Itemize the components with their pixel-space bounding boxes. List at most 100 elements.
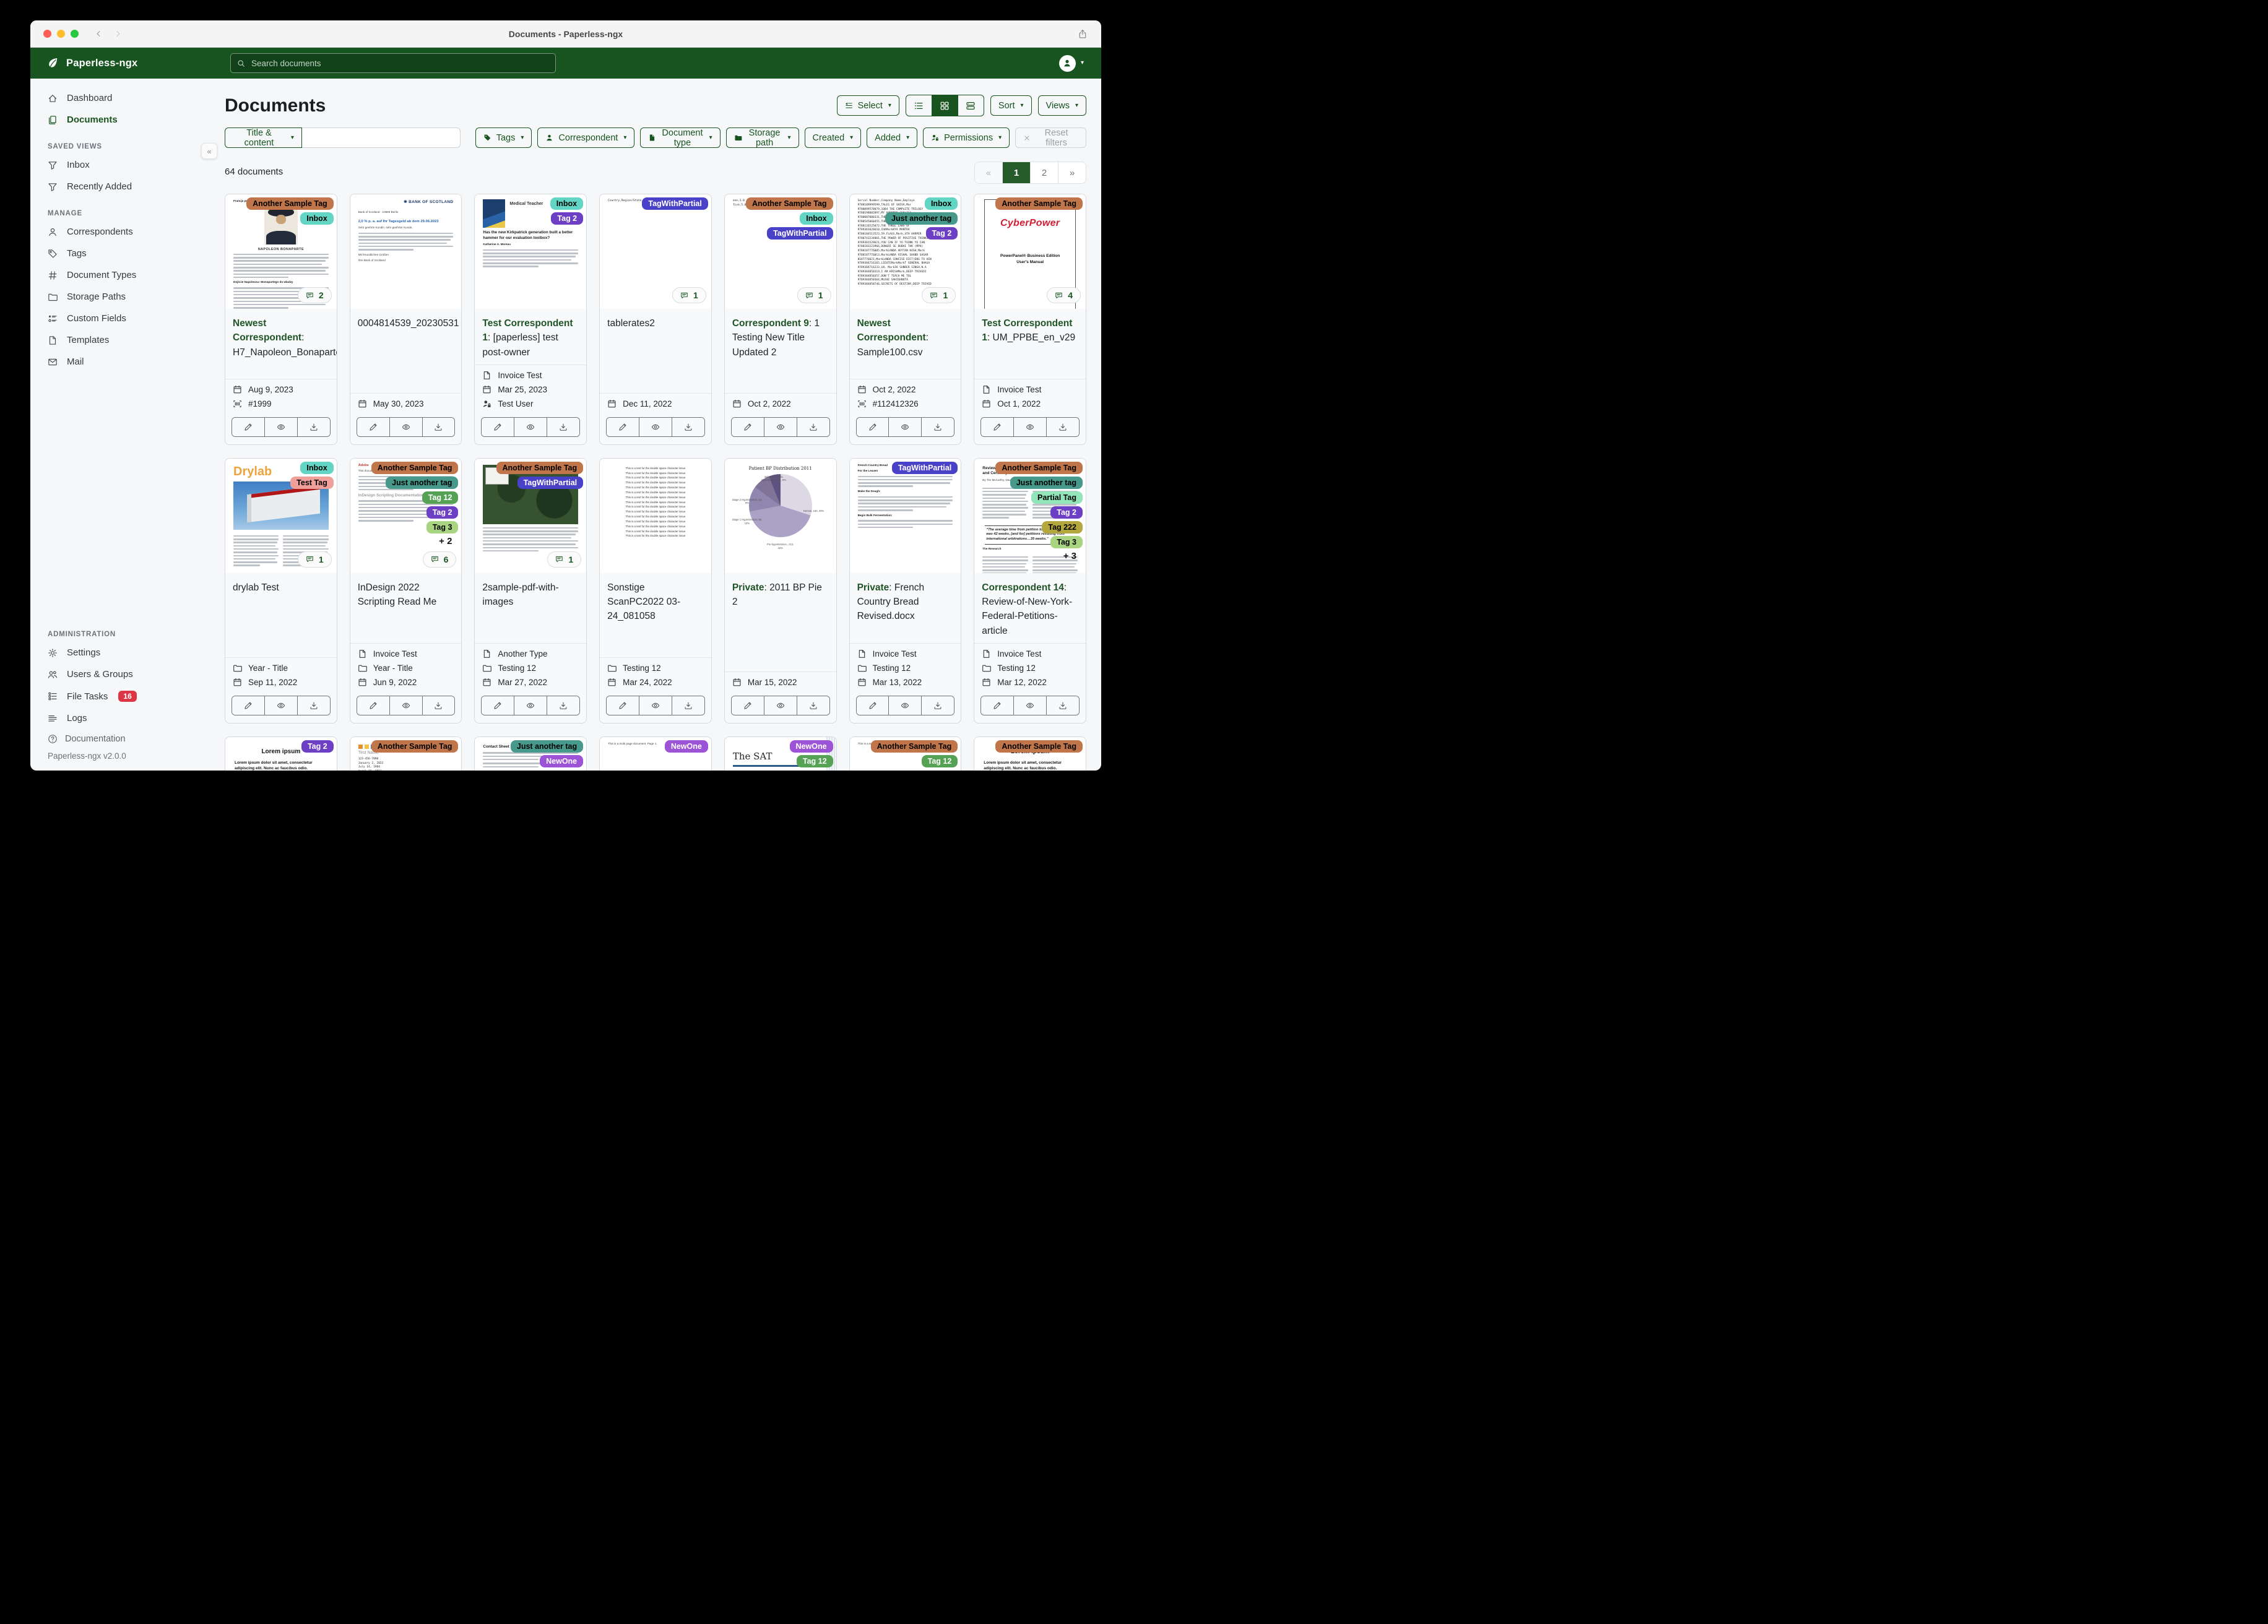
document-card[interactable]: Patient BP Distribution 2011 Isolated Sys… [724,457,837,723]
edit-document-button[interactable] [731,696,764,715]
document-correspondent[interactable]: Private [732,582,764,593]
download-document-button[interactable] [671,696,704,715]
download-document-button[interactable] [921,696,954,715]
document-title[interactable]: Test Correspondent 1: UM_PPBE_en_v29 [974,309,1086,379]
list-view-button[interactable] [906,95,932,116]
sidebar-item-logs[interactable]: Logs [30,707,210,729]
view-document-button[interactable] [1013,417,1047,436]
document-card[interactable]: Francja pod rz NAPOLEON BONAPARTE Dojście … [225,194,337,445]
sidebar-collapse-button[interactable]: « [201,143,217,159]
edit-document-button[interactable] [731,417,764,436]
tag-pill[interactable]: Tag 2 [551,212,584,225]
view-document-button[interactable] [1013,696,1047,715]
comments-badge[interactable]: 1 [672,287,706,303]
document-title[interactable]: InDesign 2022 Scripting Read Me [350,573,462,643]
download-document-button[interactable] [296,417,330,436]
zoom-window-button[interactable] [71,30,79,38]
view-document-button[interactable] [389,696,422,715]
edit-document-button[interactable] [607,696,639,715]
tag-pill[interactable]: Inbox [300,212,334,225]
download-document-button[interactable] [671,417,704,436]
document-card[interactable]: The SATPracticeTest #1Make time to take … [724,736,837,771]
document-card[interactable]: Test Name 123-456-7890 January 2, 2022 Jul… [349,736,462,771]
app-brand[interactable]: Paperless-ngx [30,57,210,69]
document-card[interactable]: Lorem ipsumLorem ipsum dolor sit amet, c… [974,736,1086,771]
tag-pill[interactable]: Tag 12 [921,754,958,767]
tag-pill[interactable]: Another Sample Tag [496,461,584,474]
document-correspondent[interactable]: Test Correspondent 1 [482,318,573,343]
tag-pill[interactable]: Tag 2 [925,227,958,240]
browser-forward-button[interactable] [114,30,122,38]
document-correspondent[interactable]: Correspondent 9 [732,318,809,329]
comments-badge[interactable]: 1 [797,287,831,303]
edit-document-button[interactable] [981,417,1014,436]
view-document-button[interactable] [264,696,297,715]
tag-pill[interactable]: Another Sample Tag [995,461,1083,474]
edit-document-button[interactable] [981,696,1014,715]
document-card[interactable]: Country,Region/State," TagWithPartial 1 tab… [599,194,712,445]
document-card[interactable]: This is a multi page document. Page 1. Ne… [599,736,712,771]
document-correspondent[interactable]: Newest Correspondent [233,318,301,343]
filter-tags-button[interactable]: Tags ▾ [475,127,532,148]
tag-pill[interactable]: TagWithPartial [642,197,708,210]
close-window-button[interactable] [43,30,51,38]
download-document-button[interactable] [547,417,580,436]
sidebar-item-inbox[interactable]: Inbox [30,154,210,176]
document-card[interactable]: one,1.0 five,5.0 Another Sample Tag Inbox T… [724,194,837,445]
download-document-button[interactable] [547,696,580,715]
sidebar-item-recently-added[interactable]: Recently Added [30,176,210,197]
tag-pill[interactable]: Another Sample Tag [246,197,334,210]
comments-badge[interactable]: 6 [422,551,457,568]
view-document-button[interactable] [888,696,922,715]
edit-document-button[interactable] [357,696,389,715]
document-card[interactable]: Lorem ipsumLorem ipsum dolor sit amet, c… [225,736,337,771]
document-correspondent[interactable]: Test Correspondent 1 [982,318,1072,343]
tag-pill[interactable]: Another Sample Tag [745,197,833,210]
tag-pill[interactable]: Just another tag [1010,476,1083,489]
tag-pill[interactable]: Just another tag [386,476,459,489]
document-card[interactable]: AdobeThis document contains inInDesign S… [349,457,462,723]
tag-pill[interactable]: Just another tag [885,212,958,225]
tag-pill[interactable]: Another Sample Tag [870,740,958,753]
sidebar-item-storage-paths[interactable]: Storage Paths [30,286,210,308]
tag-pill[interactable]: TagWithPartial [891,461,958,474]
filter-created-button[interactable]: Created ▾ [804,127,862,148]
sidebar-item-correspondents[interactable]: Correspondents [30,221,210,243]
document-card[interactable]: Medical Teacher Has the new Kirkpatrick g… [474,194,587,445]
sidebar-item-templates[interactable]: Templates [30,329,210,351]
select-dropdown-button[interactable]: Select ▾ [836,95,899,116]
sidebar-item-custom-fields[interactable]: Custom Fields [30,308,210,329]
share-button[interactable] [1078,29,1088,39]
sidebar-item-dashboard[interactable]: Dashboard [30,87,210,109]
filter-document-type-button[interactable]: Document type ▾ [640,127,721,148]
download-document-button[interactable] [422,417,455,436]
minimize-window-button[interactable] [57,30,65,38]
reset-filters-button[interactable]: Reset filters [1015,127,1086,148]
tag-pill[interactable]: Inbox [924,197,958,210]
download-document-button[interactable] [422,696,455,715]
document-card[interactable]: Serial Number,Company Name,Employe 97881… [849,194,962,445]
tag-pill[interactable]: NewOne [789,740,833,753]
edit-document-button[interactable] [482,696,514,715]
filter-storage-path-button[interactable]: Storage path ▾ [725,127,799,148]
download-document-button[interactable] [796,696,829,715]
document-card[interactable]: Contact Sheet Demo Just another tag NewOne [474,736,587,771]
comments-badge[interactable]: 1 [547,551,582,568]
document-card[interactable]: ❋ BANK OF SCOTLAND Bank of Scotland · 108… [349,194,462,445]
page-button-2[interactable]: 2 [1030,162,1058,183]
sidebar-item-settings[interactable]: Settings [30,642,210,663]
tag-pill[interactable]: NewOne [664,740,708,753]
document-card[interactable]: French Country Bread For the Leaven Make t… [849,457,962,723]
tag-pill[interactable]: Tag 3 [426,520,459,533]
tag-pill[interactable]: Inbox [300,461,334,474]
document-card[interactable]: Another Sample Tag TagWithPartial 1 2sample… [474,457,587,723]
sidebar-item-file-tasks[interactable]: File Tasks 16 [30,685,210,707]
tag-pill[interactable]: TagWithPartial [517,476,584,489]
document-title[interactable]: Newest Correspondent: Sample100.csv [850,309,961,379]
view-document-button[interactable] [514,696,547,715]
tag-pill[interactable]: Partial Tag [1031,491,1083,504]
tag-pill[interactable]: NewOne [540,754,584,767]
comments-badge[interactable]: 4 [1047,287,1081,303]
tag-pill[interactable]: Another Sample Tag [995,740,1083,753]
grid-view-button[interactable] [931,95,958,116]
